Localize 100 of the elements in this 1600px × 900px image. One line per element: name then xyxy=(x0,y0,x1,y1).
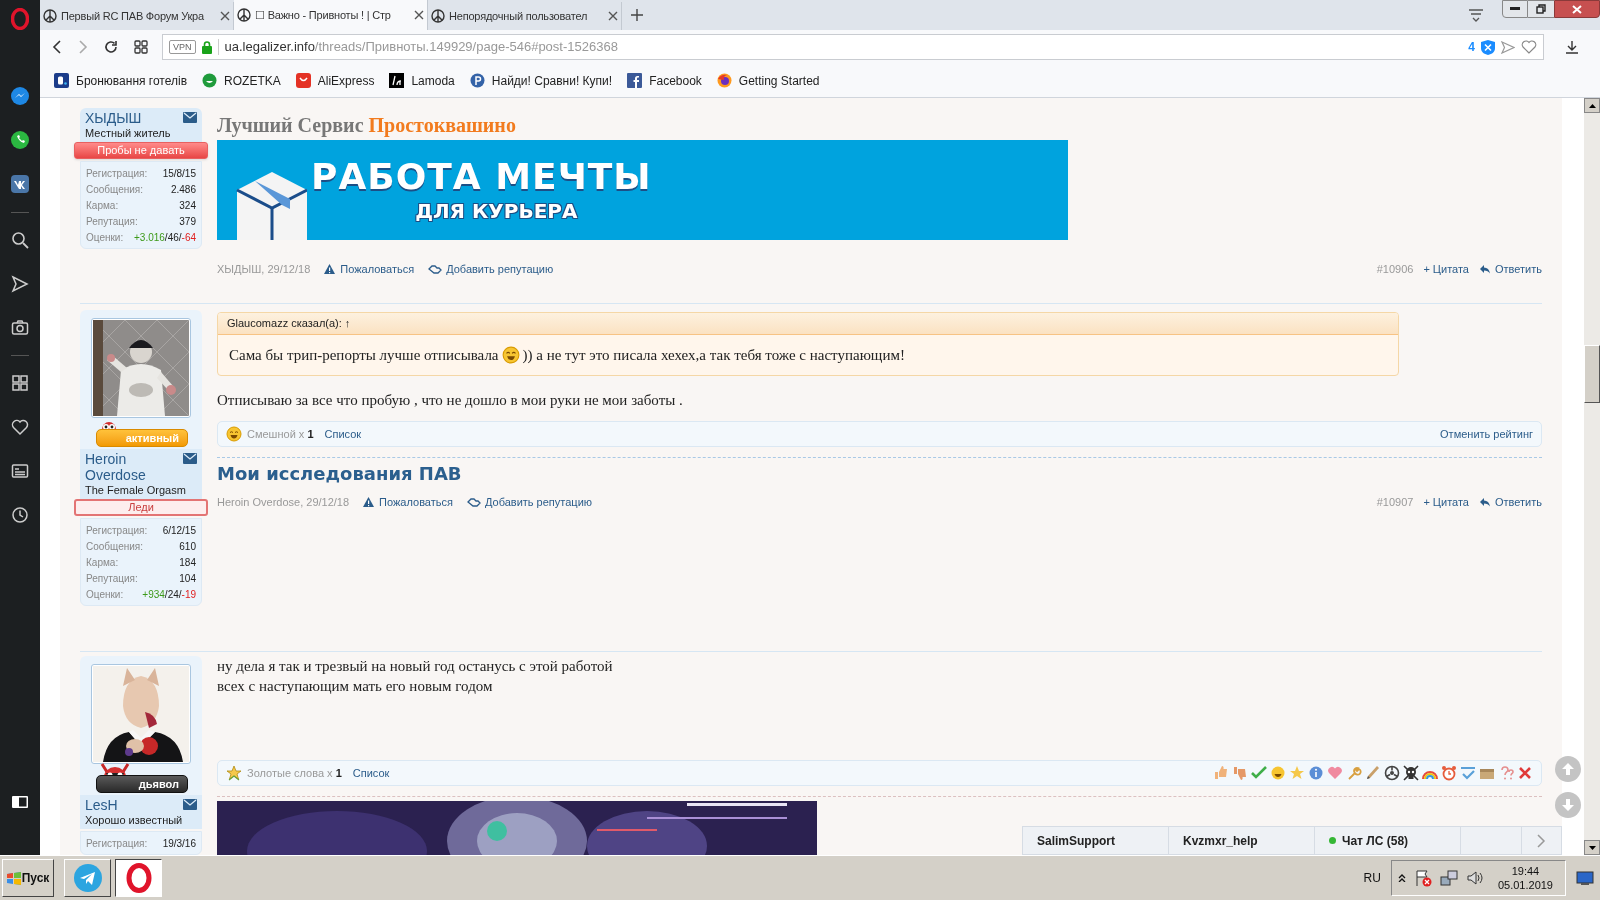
new-tab-icon[interactable] xyxy=(630,8,644,22)
globe-icon xyxy=(716,73,732,88)
address-bar[interactable]: VPN ua.legalizer.info/threads/Привноты.149929/page-546#post-1526368 4 xyxy=(162,34,1544,60)
tabs-grid-icon[interactable] xyxy=(134,40,148,54)
scrollbar-thumb[interactable] xyxy=(1584,345,1600,403)
stat-value: 184 xyxy=(179,555,196,570)
bookmark[interactable]: Facebook xyxy=(627,71,702,90)
rank-badge: активный xyxy=(96,429,188,447)
rating-summary: Золотые слова x 1 xyxy=(247,765,342,781)
reload-icon[interactable] xyxy=(104,40,118,54)
bookmark[interactable]: Getting Started xyxy=(716,71,820,90)
shield-icon[interactable] xyxy=(1481,39,1495,55)
warning-icon xyxy=(324,264,336,274)
user-name[interactable]: LesH xyxy=(85,797,118,813)
scrollbar[interactable] xyxy=(1584,98,1600,855)
quote-link[interactable]: + Цитата xyxy=(1423,260,1469,278)
close-button[interactable] xyxy=(1554,0,1600,18)
check-icon[interactable] xyxy=(1251,765,1267,781)
undo-rating-link[interactable]: Отменить рейтинг xyxy=(1440,425,1533,443)
mail-icon[interactable] xyxy=(183,799,197,810)
peace-sign-icon xyxy=(431,9,445,23)
tab-menu-icon[interactable] xyxy=(1468,8,1484,22)
vpn-badge[interactable]: VPN xyxy=(169,40,196,54)
chat-tab[interactable]: Kvzmxr_help xyxy=(1169,827,1315,854)
biohazard-icon[interactable] xyxy=(1384,765,1400,781)
browser-tab[interactable]: Первый RC ПАВ Форум Укра xyxy=(40,2,234,30)
download-icon[interactable] xyxy=(1565,40,1579,54)
messenger-icon[interactable] xyxy=(10,86,30,106)
opera-logo-icon xyxy=(125,863,152,893)
history-icon[interactable] xyxy=(11,506,29,524)
flag-icon[interactable] xyxy=(1413,869,1432,887)
grid-icon[interactable] xyxy=(11,374,29,392)
minimize-button[interactable] xyxy=(1502,0,1528,18)
close-icon[interactable] xyxy=(414,10,424,20)
camera-icon[interactable] xyxy=(11,319,29,337)
close-icon[interactable] xyxy=(220,11,230,21)
taskbar-app[interactable] xyxy=(115,859,162,897)
close-icon[interactable] xyxy=(608,11,618,21)
paper-plane-icon xyxy=(73,864,102,892)
bookmark[interactable]: ROZETKA xyxy=(202,71,281,90)
info-icon[interactable] xyxy=(1308,765,1324,781)
report-link[interactable]: Пожаловаться xyxy=(324,260,415,278)
whatsapp-icon[interactable] xyxy=(10,130,30,150)
reply-link[interactable]: Ответить xyxy=(1478,493,1542,511)
bookmark[interactable]: Найди! Сравни! Купи! xyxy=(469,71,613,90)
reputation-link[interactable]: Добавить репутацию xyxy=(466,493,593,511)
network-icon[interactable] xyxy=(1439,869,1458,887)
warning-icon xyxy=(363,497,375,507)
opera-logo-icon[interactable] xyxy=(11,8,29,30)
quote-link[interactable]: + Цитата xyxy=(1423,493,1469,511)
chat-tab[interactable]: Чат ЛС (58) xyxy=(1315,827,1461,854)
restore-button[interactable] xyxy=(1528,0,1554,18)
mail-icon[interactable] xyxy=(183,112,197,123)
minimize-icon xyxy=(1510,7,1520,11)
star-icon[interactable] xyxy=(1289,765,1305,781)
user-title: Местный житель xyxy=(85,126,172,140)
start-button[interactable]: Пуск xyxy=(2,859,54,897)
user-name[interactable]: Heroin Overdose xyxy=(85,451,183,483)
show-desktop-icon[interactable] xyxy=(1576,870,1594,886)
heart-icon[interactable] xyxy=(11,418,29,436)
mail-icon[interactable] xyxy=(183,453,197,464)
stat-value: 2.486 xyxy=(170,182,196,197)
rating-list-link[interactable]: Список xyxy=(324,425,362,443)
smiley-icon xyxy=(501,346,520,364)
thumbs-up-icon[interactable] xyxy=(1213,765,1229,781)
search-icon[interactable] xyxy=(11,231,29,249)
reply-link[interactable]: Ответить xyxy=(1478,260,1542,278)
browser-tab[interactable]: ☐ Важно - Привноты ! | Стр xyxy=(234,0,428,30)
close-icon xyxy=(1572,4,1582,14)
peace-sign-icon xyxy=(43,9,57,23)
bookmark[interactable]: Lamoda xyxy=(389,71,455,90)
back-icon[interactable] xyxy=(52,40,62,54)
close-icon[interactable] xyxy=(1517,765,1533,781)
peace-sign-icon xyxy=(237,8,251,22)
alarm-clock-icon[interactable] xyxy=(1441,765,1457,781)
reputation-link[interactable]: Добавить репутацию xyxy=(428,260,554,278)
bookmark-icon xyxy=(469,73,485,88)
post-heading: Мои исследования ПАВ xyxy=(217,462,463,486)
ratings-value: +934/24/-19 xyxy=(142,587,196,602)
chevron-up-icon[interactable] xyxy=(1397,874,1406,882)
rating-list-link[interactable]: Список xyxy=(352,764,390,782)
send-icon[interactable] xyxy=(11,275,29,293)
language-indicator[interactable]: RU xyxy=(1363,869,1381,887)
skull-icon[interactable] xyxy=(1403,765,1419,781)
smiley-icon[interactable] xyxy=(1270,765,1286,781)
stat-label: Репутация: xyxy=(86,571,138,586)
quote-header[interactable]: Glaucomazz сказал(а): ↑ xyxy=(218,313,1398,335)
bookmark[interactable]: Бронювання готелів xyxy=(54,71,188,90)
chat-tab[interactable]: SalimSupport xyxy=(1023,827,1169,854)
spellcheck-icon[interactable] xyxy=(1460,765,1476,781)
browser-tab[interactable]: Непорядочный пользовател xyxy=(428,2,622,30)
post-author-date: Heroin Overdose, 29/12/18 xyxy=(217,494,350,510)
report-link[interactable]: Пожаловаться xyxy=(363,493,453,511)
news-icon[interactable] xyxy=(11,462,29,480)
user-name[interactable]: ХЫДЫШ xyxy=(85,110,142,126)
speaker-icon[interactable] xyxy=(1465,869,1484,887)
sidebar-toggle-icon[interactable] xyxy=(11,795,29,809)
thumbs-down-icon[interactable] xyxy=(1232,765,1248,781)
vk-icon[interactable] xyxy=(10,174,30,194)
bookmark[interactable]: AliExpress xyxy=(295,71,375,90)
